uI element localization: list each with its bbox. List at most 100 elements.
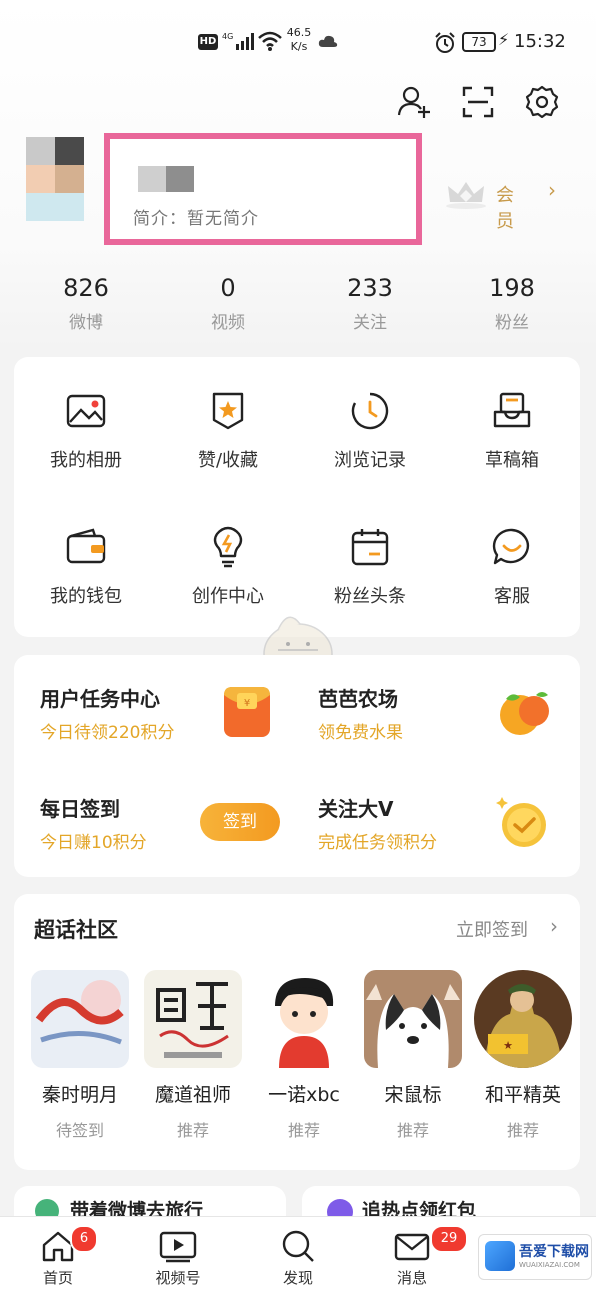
hd-indicator: HD [198, 34, 218, 50]
checkmark-coin-icon[interactable] [494, 793, 554, 853]
nav-label: 首页 [42, 1269, 73, 1287]
grid-item-label: 创作中心 [192, 586, 264, 607]
svg-text:★: ★ [503, 1039, 513, 1052]
signin-button[interactable]: 签到 [200, 803, 280, 841]
stat-fans[interactable]: 198 粉丝 [441, 272, 583, 333]
task-follow-v[interactable]: 关注大V 完成任务领积分 [318, 793, 437, 853]
wallet-icon [66, 528, 106, 564]
search-icon [282, 1230, 314, 1262]
stat-label: 视频 [211, 313, 245, 333]
task-user-center[interactable]: 用户任务中心 今日待领220积分 [40, 683, 174, 743]
chevron-right-icon[interactable]: › [550, 914, 558, 938]
topic-name: 一诺xbc [268, 1084, 340, 1106]
task-title: 用户任务中心 [40, 687, 160, 711]
status-bar: HD 4G 46.5 K/s 73 ⚡ 15:32 [0, 22, 596, 66]
task-baba-farm[interactable]: 芭芭农场 领免费水果 [318, 683, 403, 743]
task-title: 每日签到 [40, 797, 120, 821]
home-badge: 6 [70, 1225, 98, 1253]
nav-video[interactable]: 视频号 [128, 1229, 228, 1288]
grid-item-label: 草稿箱 [485, 450, 539, 471]
grid-item-album[interactable]: 我的相册 [15, 390, 157, 472]
task-subtitle: 今日待领220积分 [40, 723, 175, 743]
watermark-text: 吾爱下载网 [519, 1244, 589, 1260]
grid-item-label: 客服 [494, 586, 530, 607]
topic-name: 和平精英 [484, 1084, 561, 1106]
cloud-icon [318, 35, 338, 47]
topic-name: 宋鼠标 [384, 1084, 442, 1106]
clock: 15:32 [514, 31, 566, 52]
signal-icon: 4G [222, 32, 254, 50]
drafts-icon [493, 392, 531, 428]
alarm-icon [435, 32, 455, 53]
messages-badge: 29 [430, 1225, 468, 1253]
svg-text:¥: ¥ [244, 698, 250, 709]
charging-icon: ⚡ [498, 30, 510, 49]
task-subtitle: 领免费水果 [318, 723, 403, 743]
task-daily-signin[interactable]: 每日签到 今日赚10积分 [40, 793, 147, 853]
vip-label: 会员 [496, 185, 514, 232]
mail-icon [394, 1233, 430, 1261]
topic-item[interactable]: 秦时明月 待签到 [24, 970, 136, 1141]
nav-label: 视频号 [155, 1269, 201, 1287]
grid-item-customer-service[interactable]: 客服 [441, 526, 583, 608]
avatar[interactable] [26, 137, 84, 221]
stat-video[interactable]: 0 视频 [157, 272, 299, 333]
watermark-logo [485, 1241, 515, 1271]
task-title: 芭芭农场 [318, 687, 398, 711]
stat-value: 233 [347, 274, 393, 302]
signin-now-link[interactable]: 立即签到 [456, 916, 528, 942]
task-subtitle: 完成任务领积分 [318, 833, 437, 853]
grid-item-label: 粉丝头条 [334, 586, 406, 607]
nav-label: 消息 [396, 1269, 427, 1287]
topic-item[interactable]: 宋鼠标 推荐 [357, 970, 469, 1141]
chevron-right-icon: › [548, 178, 556, 202]
stat-weibo[interactable]: 826 微博 [15, 272, 157, 333]
topic-status: 推荐 [506, 1121, 539, 1140]
topic-item[interactable]: ★ 和平精英 推荐 [467, 970, 579, 1141]
topic-status: 待签到 [55, 1121, 104, 1140]
album-icon [66, 394, 106, 428]
fruit-icon[interactable] [496, 685, 554, 739]
stat-label: 微博 [69, 313, 103, 333]
grid-item-fans-headline[interactable]: 粉丝头条 [299, 526, 441, 608]
grid-item-label: 我的钱包 [50, 586, 122, 607]
stat-following[interactable]: 233 关注 [299, 272, 441, 333]
stat-value: 826 [63, 274, 109, 302]
wifi-icon [258, 31, 282, 51]
chat-icon [492, 528, 530, 565]
stat-value: 198 [489, 274, 535, 302]
topic-status: 推荐 [396, 1121, 429, 1140]
watermark-subtext: WUAIXIAZAI.COM [519, 1261, 580, 1269]
grid-item-drafts[interactable]: 草稿箱 [441, 390, 583, 472]
topic-image [144, 970, 242, 1068]
grid-item-history[interactable]: 浏览记录 [299, 390, 441, 472]
history-icon [351, 392, 389, 430]
topic-item[interactable]: 一诺xbc 推荐 [248, 970, 360, 1141]
grid-item-label: 我的相册 [50, 450, 122, 471]
nav-label: 发现 [282, 1269, 313, 1287]
lightbulb-icon [213, 526, 243, 568]
grid-item-favorites[interactable]: 赞/收藏 [157, 390, 299, 472]
grid-item-label: 赞/收藏 [197, 450, 259, 471]
grid-item-creator-center[interactable]: 创作中心 [157, 526, 299, 608]
settings-icon[interactable] [524, 84, 560, 120]
red-packet-icon[interactable]: ¥ [220, 683, 274, 741]
topic-name: 魔道祖师 [154, 1084, 231, 1106]
grid-item-label: 浏览记录 [334, 450, 406, 471]
username-blurred [138, 166, 194, 192]
grid-item-wallet[interactable]: 我的钱包 [15, 526, 157, 608]
topic-image [31, 970, 129, 1068]
topic-status: 推荐 [287, 1121, 320, 1140]
stat-label: 粉丝 [495, 313, 529, 333]
add-user-icon[interactable] [396, 84, 432, 120]
scan-icon[interactable] [460, 84, 496, 120]
site-watermark: 吾爱下载网 WUAIXIAZAI.COM [478, 1234, 592, 1280]
task-title: 关注大V [318, 797, 394, 821]
favorite-icon [212, 392, 244, 430]
topic-item[interactable]: 魔道祖师 推荐 [137, 970, 249, 1141]
nav-discover[interactable]: 发现 [248, 1229, 348, 1288]
topic-image [255, 970, 353, 1068]
crown-icon [446, 182, 486, 209]
stat-label: 关注 [353, 313, 387, 333]
calendar-icon [351, 529, 389, 566]
